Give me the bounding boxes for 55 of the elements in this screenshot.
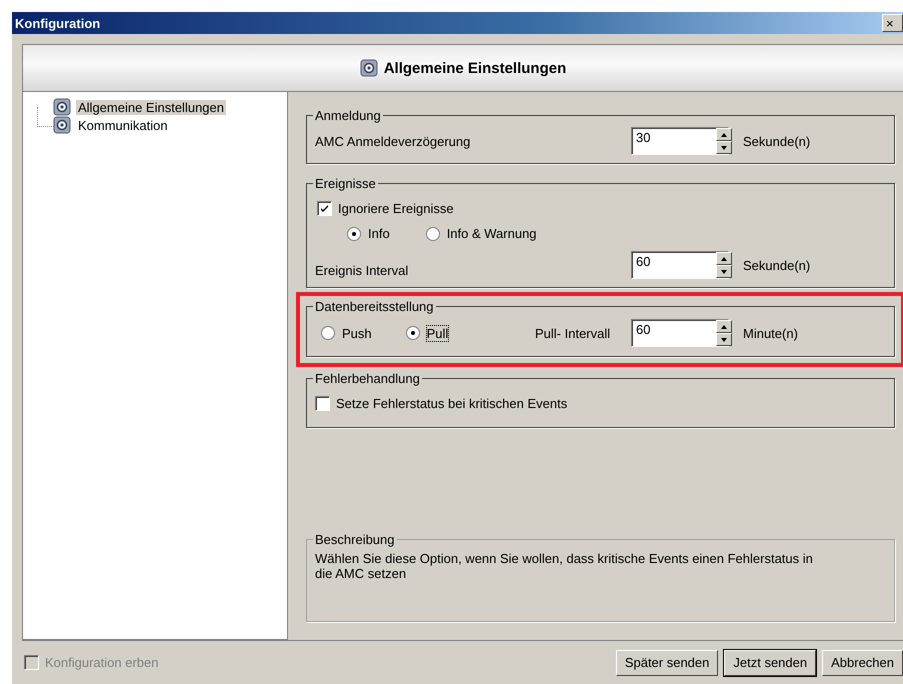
description-text: Wählen Sie diese Option, wenn Sie wollen, dass kritische Events einen Fehlerstatus in die AMC setzen (315, 551, 814, 581)
group-title: Fehlerbehandlung (314, 371, 421, 386)
field-label: Pull- Intervall (535, 326, 612, 340)
radio-button[interactable] (347, 226, 361, 240)
number-input[interactable]: 30 (632, 128, 716, 145)
radio-label: Push (342, 326, 372, 340)
unit-label: Sekunde(n) (743, 258, 810, 272)
unit-label: Sekunde(n) (743, 134, 810, 148)
radio-button[interactable] (406, 326, 420, 340)
up-arrow-icon (721, 132, 727, 136)
tree-item[interactable]: Allgemeine Einstellungen (76, 100, 226, 114)
gear-icon (53, 116, 71, 134)
window-title: Konfiguration (15, 16, 100, 30)
number-field[interactable]: 60 (631, 251, 729, 279)
number-field[interactable]: 30 (631, 127, 729, 155)
radio-label: Info (368, 226, 390, 241)
action-button[interactable]: Abbrechen (822, 650, 903, 676)
field-label: Ereignis Interval (315, 262, 410, 278)
spin-down-button[interactable] (716, 141, 732, 154)
spin-up-button[interactable] (716, 128, 732, 141)
close-button[interactable]: × (882, 14, 903, 32)
checkbox[interactable] (315, 396, 330, 411)
group-title: Ereignisse (314, 176, 377, 191)
checkbox-label: Setze Fehlerstatus bei kritischen Events (336, 396, 568, 411)
checkbox[interactable] (317, 201, 332, 216)
field-label: AMC Anmeldeverzögerung (315, 134, 472, 148)
gear-icon (53, 98, 71, 116)
down-arrow-icon (721, 146, 727, 150)
down-arrow-icon (721, 270, 727, 274)
gear-icon (360, 59, 378, 77)
checkbox-label: Konfiguration erben (45, 655, 158, 670)
checkmark-icon (320, 204, 329, 213)
spin-up-button[interactable] (716, 252, 732, 265)
spin-down-button[interactable] (716, 265, 732, 278)
radio-label: Info & Warnung (446, 226, 537, 241)
action-button[interactable]: Später senden (616, 650, 718, 676)
unit-label: Minute(n) (743, 326, 798, 340)
number-input[interactable]: 60 (632, 320, 716, 337)
checkbox-label: Ignoriere Ereignisse (338, 201, 454, 216)
spin-down-button[interactable] (716, 333, 732, 346)
page-title: Allgemeine Einstellungen (384, 60, 566, 76)
number-input[interactable]: 60 (632, 252, 716, 269)
spin-up-button[interactable] (716, 320, 732, 333)
group-title: Anmeldung (314, 108, 382, 123)
up-arrow-icon (721, 324, 727, 328)
group-title: Datenbereitsstellung (314, 299, 435, 314)
tree-item[interactable]: Kommunikation (76, 118, 170, 132)
number-field[interactable]: 60 (631, 319, 729, 347)
group-title: Beschreibung (314, 532, 396, 547)
up-arrow-icon (721, 256, 727, 260)
down-arrow-icon (721, 338, 727, 342)
radio-label: Pull (426, 326, 448, 340)
radio-button[interactable] (321, 326, 335, 340)
action-button[interactable]: Jetzt senden (724, 650, 816, 676)
radio-button[interactable] (426, 226, 440, 240)
